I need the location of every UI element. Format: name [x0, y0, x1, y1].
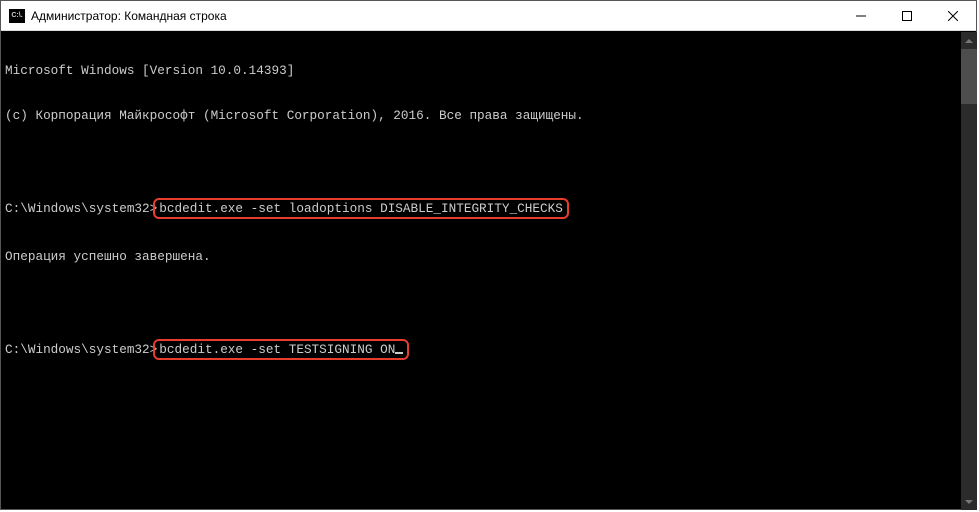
output-line: [5, 294, 972, 309]
window-title: Администратор: Командная строка: [31, 9, 227, 23]
prompt: C:\Windows\system32>: [5, 201, 157, 216]
command-prompt-window: C:\. Администратор: Командная строка Mic…: [0, 0, 977, 510]
minimize-button[interactable]: [838, 1, 884, 30]
vertical-scrollbar[interactable]: [961, 32, 977, 510]
output-line: Microsoft Windows [Version 10.0.14393]: [5, 63, 972, 78]
highlighted-command: bcdedit.exe -set TESTSIGNING ON: [153, 339, 409, 360]
cmd-icon-text: C:\.: [11, 12, 22, 19]
scroll-down-arrow-icon[interactable]: [961, 493, 977, 510]
cmd-icon: C:\.: [9, 9, 25, 23]
output-line: (c) Корпорация Майкрософт (Microsoft Cor…: [5, 108, 972, 123]
window-controls: [838, 1, 976, 30]
command-line: C:\Windows\system32>bcdedit.exe -set loa…: [5, 198, 972, 219]
titlebar[interactable]: C:\. Администратор: Командная строка: [1, 1, 976, 31]
terminal-area[interactable]: Microsoft Windows [Version 10.0.14393] (…: [1, 31, 976, 509]
close-button[interactable]: [930, 1, 976, 30]
maximize-button[interactable]: [884, 1, 930, 30]
command-line: C:\Windows\system32>bcdedit.exe -set TES…: [5, 339, 972, 360]
output-line: [5, 153, 972, 168]
cursor: [395, 352, 403, 354]
scroll-thumb[interactable]: [961, 49, 977, 104]
output-line: Операция успешно завершена.: [5, 249, 972, 264]
prompt: C:\Windows\system32>: [5, 342, 157, 357]
highlighted-command: bcdedit.exe -set loadoptions DISABLE_INT…: [153, 198, 569, 219]
command-text: bcdedit.exe -set TESTSIGNING ON: [159, 342, 395, 357]
title-left: C:\. Администратор: Командная строка: [1, 9, 838, 23]
scroll-up-arrow-icon[interactable]: [961, 32, 977, 49]
